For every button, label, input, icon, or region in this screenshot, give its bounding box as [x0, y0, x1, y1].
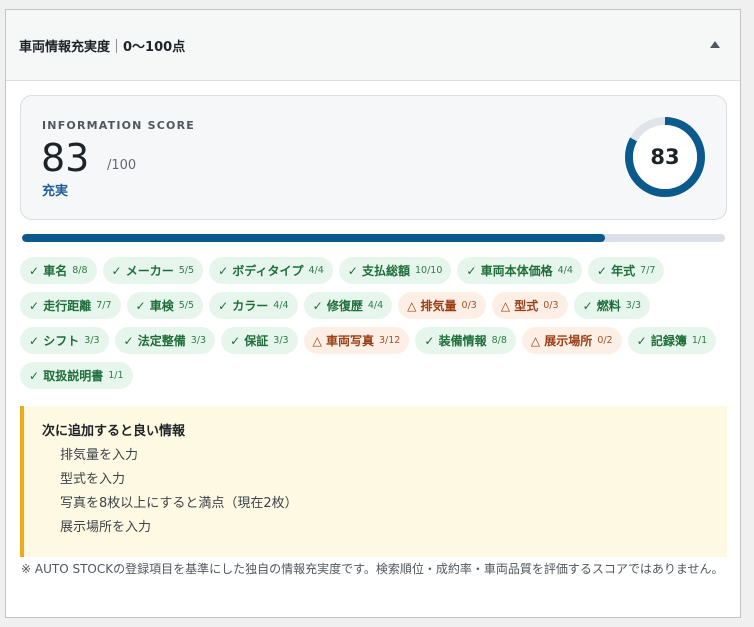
- item-chip: ✓ 保証 3/3: [221, 327, 298, 354]
- item-chip-label: ✓ 車名: [29, 264, 68, 278]
- item-chip-count: 8/8: [72, 265, 88, 276]
- item-chip-label: △ 排気量: [407, 299, 457, 313]
- item-chip-label: △ 車両写真: [312, 334, 375, 348]
- item-chip-label: ✓ 装備情報: [424, 334, 487, 348]
- suggestion-item: 排気量を入力: [60, 448, 139, 463]
- item-chip: ✓ ボディタイプ 4/4: [209, 257, 333, 284]
- suggestion-item: 展示場所を入力: [60, 520, 152, 535]
- suggestion-box: 次に追加すると良い情報 排気量を入力 型式を入力 写真を8枚以上にすると満点（現…: [20, 406, 727, 557]
- title-divider: [116, 38, 118, 53]
- suggestion-item: 写真を8枚以上にすると満点（現在2枚）: [60, 496, 298, 511]
- item-chip: △ 展示場所 0/2: [521, 327, 622, 354]
- score-value: 83: [41, 136, 90, 180]
- suggestion-item: 型式を入力: [60, 472, 126, 487]
- item-chip-count: 4/4: [557, 265, 573, 276]
- item-chip-label: ✓ シフト: [29, 334, 80, 348]
- item-chip: ✓ 支払総額 10/10: [338, 257, 452, 284]
- item-chip-count: 7/7: [640, 265, 656, 276]
- item-chip: △ 車両写真 3/12: [303, 327, 410, 354]
- item-chip: ✓ 装備情報 8/8: [415, 327, 516, 354]
- score-progress-bar: [22, 234, 725, 242]
- score-progress-fill: [22, 234, 606, 242]
- item-chip-label: ✓ 車両本体価格: [466, 264, 553, 278]
- item-chip-list: ✓ 車名 8/8 ✓ メーカー 5/5 ✓ ボディタイプ 4/4 ✓ 支払総額 10/10 ✓ …: [20, 257, 732, 389]
- item-chip: ✓ 法定整備 3/3: [114, 327, 216, 354]
- item-chip-label: ✓ カラー: [218, 299, 269, 313]
- item-chip-count: 3/3: [84, 335, 100, 346]
- score-max: /100: [107, 158, 137, 173]
- item-chip-label: ✓ 年式: [596, 264, 636, 278]
- item-chip-count: 3/12: [379, 335, 401, 346]
- item-chip-count: 5/5: [178, 300, 195, 311]
- score-rating: 充実: [42, 184, 69, 199]
- item-chip-label: ✓ メーカー: [111, 264, 174, 278]
- item-chip-count: 3/3: [625, 300, 642, 311]
- item-chip: ✓ 走行距離 7/7: [20, 292, 121, 319]
- item-chip: △ 排気量 0/3: [398, 292, 486, 319]
- item-chip: △ 型式 0/3: [491, 292, 568, 319]
- item-chip: ✓ 車名 8/8: [20, 257, 97, 284]
- item-chip-count: 4/4: [308, 265, 324, 276]
- item-chip-label: ✓ 法定整備: [123, 334, 186, 348]
- item-chip-label: ✓ 記録簿: [636, 334, 687, 348]
- item-chip: ✓ シフト 3/3: [20, 327, 109, 354]
- info-score-panel: 車両情報充実度 0〜100点 INFORMATION SCORE 83 /100 …: [5, 9, 741, 618]
- panel-title: 車両情報充実度 0〜100点: [19, 36, 185, 55]
- item-chip-count: 0/2: [597, 335, 613, 346]
- item-chip-count: 1/1: [108, 370, 124, 381]
- item-chip-count: 10/10: [415, 265, 443, 276]
- item-chip: ✓ 車両本体価格 4/4: [457, 257, 582, 284]
- score-ring-value: 83: [650, 145, 680, 169]
- item-chip-label: ✓ 支払総額: [347, 264, 410, 278]
- item-chip-label: ✓ 走行距離: [29, 299, 92, 313]
- footnote: ※ AUTO STOCKの登録項目を基準にした独自の情報充実度です。検索順位・成…: [21, 562, 724, 576]
- item-chip-label: ✓ 燃料: [582, 299, 621, 313]
- item-chip-label: ✓ ボディタイプ: [218, 264, 304, 278]
- item-chip-label: △ 展示場所: [530, 334, 593, 348]
- panel-header[interactable]: 車両情報充実度 0〜100点: [6, 10, 740, 81]
- suggestion-list: 排気量を入力 型式を入力 写真を8枚以上にすると満点（現在2枚） 展示場所を入力: [60, 444, 298, 540]
- panel-title-text: 車両情報充実度: [19, 39, 111, 55]
- suggestion-title: 次に追加すると良い情報: [42, 424, 186, 439]
- panel-subtitle: 0〜100点: [123, 39, 186, 55]
- item-chip-count: 1/1: [691, 335, 708, 346]
- item-chip-label: ✓ 車検: [135, 299, 174, 313]
- item-chip-label: △ 型式: [500, 299, 539, 313]
- item-chip-count: 3/3: [190, 335, 207, 346]
- score-card: INFORMATION SCORE 83 /100 充実 83: [20, 95, 727, 220]
- item-chip-count: 8/8: [491, 335, 507, 346]
- item-chip: ✓ 年式 7/7: [587, 257, 665, 284]
- item-chip-count: 3/3: [273, 335, 289, 346]
- item-chip: ✓ 取扱説明書 1/1: [20, 362, 133, 389]
- item-chip-label: ✓ 修復歴: [312, 299, 363, 313]
- item-chip-label: ✓ 取扱説明書: [29, 369, 104, 383]
- score-label: INFORMATION SCORE: [42, 119, 195, 132]
- item-chip-count: 7/7: [96, 300, 112, 311]
- item-chip-count: 5/5: [178, 265, 195, 276]
- item-chip-count: 0/3: [543, 300, 559, 311]
- item-chip: ✓ 修復歴 4/4: [303, 292, 393, 319]
- collapse-arrow-up-icon[interactable]: [708, 38, 722, 52]
- item-chip-count: 0/3: [461, 300, 477, 311]
- item-chip: ✓ 燃料 3/3: [573, 292, 651, 319]
- item-chip: ✓ 車検 5/5: [126, 292, 204, 319]
- item-chip: ✓ メーカー 5/5: [102, 257, 204, 284]
- item-chip: ✓ カラー 4/4: [209, 292, 298, 319]
- item-chip-count: 4/4: [367, 300, 384, 311]
- item-chip: ✓ 記録簿 1/1: [627, 327, 717, 354]
- item-chip-label: ✓ 保証: [230, 334, 269, 348]
- item-chip-count: 4/4: [273, 300, 289, 311]
